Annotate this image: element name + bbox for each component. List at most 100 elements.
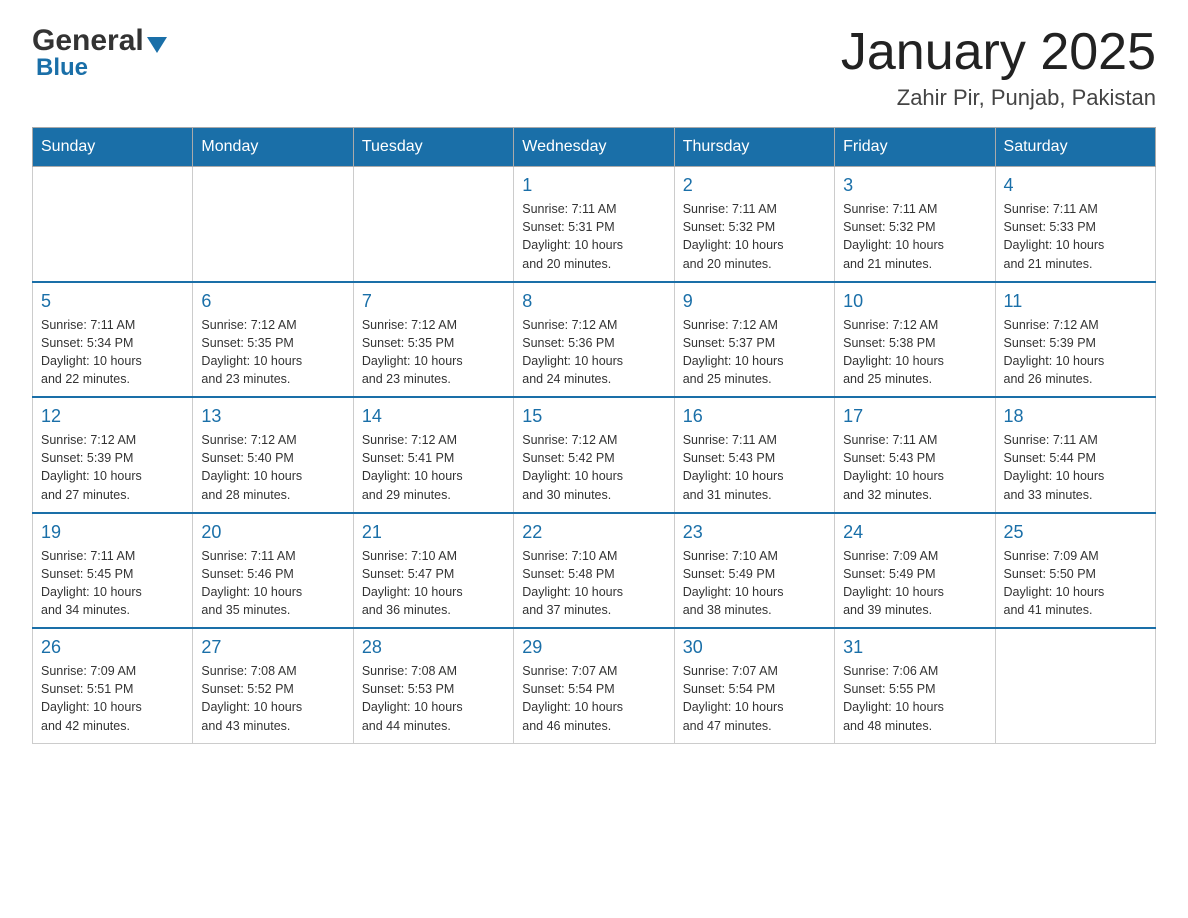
day-info: Sunrise: 7:12 AM Sunset: 5:41 PM Dayligh… [362,431,505,504]
calendar-cell: 13Sunrise: 7:12 AM Sunset: 5:40 PM Dayli… [193,397,353,513]
calendar-cell [193,167,353,282]
day-info: Sunrise: 7:11 AM Sunset: 5:44 PM Dayligh… [1004,431,1147,504]
calendar-cell [995,628,1155,743]
day-info: Sunrise: 7:11 AM Sunset: 5:32 PM Dayligh… [683,200,826,273]
calendar-cell: 26 Sunrise: 7:09 AM Sunset: 5:51 PM Dayli… [33,628,193,743]
calendar-week-row: 1 Sunrise: 7:11 AM Sunset: 5:31 PM Daylig… [33,167,1156,282]
day-info: Sunrise: 7:10 AM Sunset: 5:48 PM Dayligh… [522,547,665,620]
day-number: 31 [843,637,986,658]
calendar-cell: 8 Sunrise: 7:12 AM Sunset: 5:36 PM Daylig… [514,282,674,398]
day-info: Sunrise: 7:09 AM Sunset: 5:49 PM Dayligh… [843,547,986,620]
logo-blue-text: Blue [36,54,88,82]
calendar-cell: 24 Sunrise: 7:09 AM Sunset: 5:49 PM Dayli… [835,513,995,629]
calendar-cell: 19 Sunrise: 7:11 AM Sunset: 5:45 PM Dayli… [33,513,193,629]
day-info: Sunrise: 7:09 AM Sunset: 5:50 PM Dayligh… [1004,547,1147,620]
calendar-cell: 5 Sunrise: 7:11 AM Sunset: 5:34 PM Daylig… [33,282,193,398]
calendar-cell [353,167,513,282]
day-info: Sunrise: 7:06 AM Sunset: 5:55 PM Dayligh… [843,662,986,735]
day-info: Sunrise: 7:12 AM Sunset: 5:39 PM Dayligh… [1004,316,1147,389]
day-header-wednesday: Wednesday [514,128,674,167]
calendar-week-row: 12 Sunrise: 7:12 AM Sunset: 5:39 PM Dayli… [33,397,1156,513]
calendar-cell: 28 Sunrise: 7:08 AM Sunset: 5:53 PM Dayli… [353,628,513,743]
day-number: 9 [683,291,826,312]
day-number: 19 [41,522,184,543]
day-info: Sunrise: 7:11 AM Sunset: 5:45 PM Dayligh… [41,547,184,620]
day-number: 6 [201,291,344,312]
day-header-sunday: Sunday [33,128,193,167]
calendar-cell: 21Sunrise: 7:10 AM Sunset: 5:47 PM Dayli… [353,513,513,629]
calendar-cell: 16 Sunrise: 7:11 AM Sunset: 5:43 PM Dayli… [674,397,834,513]
day-info: Sunrise: 7:11 AM Sunset: 5:31 PM Dayligh… [522,200,665,273]
day-info: Sunrise: 7:11 AM Sunset: 5:43 PM Dayligh… [683,431,826,504]
day-header-monday: Monday [193,128,353,167]
logo-triangle-icon [147,37,167,53]
day-number: 25 [1004,522,1147,543]
calendar-cell: 25 Sunrise: 7:09 AM Sunset: 5:50 PM Dayli… [995,513,1155,629]
day-number: 5 [41,291,184,312]
day-number: 1 [522,175,665,196]
day-info: Sunrise: 7:12 AM Sunset: 5:35 PM Dayligh… [201,316,344,389]
day-number: 23 [683,522,826,543]
calendar-cell: 12 Sunrise: 7:12 AM Sunset: 5:39 PM Dayli… [33,397,193,513]
calendar-cell: 23 Sunrise: 7:10 AM Sunset: 5:49 PM Dayli… [674,513,834,629]
day-number: 30 [683,637,826,658]
logo: General Blue [32,24,167,82]
calendar-cell: 27 Sunrise: 7:08 AM Sunset: 5:52 PM Dayli… [193,628,353,743]
calendar-table: SundayMondayTuesdayWednesdayThursdayFrid… [32,127,1156,744]
calendar-cell: 2 Sunrise: 7:11 AM Sunset: 5:32 PM Daylig… [674,167,834,282]
day-info: Sunrise: 7:12 AM Sunset: 5:35 PM Dayligh… [362,316,505,389]
day-header-tuesday: Tuesday [353,128,513,167]
calendar-cell: 9 Sunrise: 7:12 AM Sunset: 5:37 PM Daylig… [674,282,834,398]
month-title: January 2025 [841,24,1156,81]
calendar-cell: 3Sunrise: 7:11 AM Sunset: 5:32 PM Daylig… [835,167,995,282]
calendar-cell: 4Sunrise: 7:11 AM Sunset: 5:33 PM Daylig… [995,167,1155,282]
calendar-cell: 7 Sunrise: 7:12 AM Sunset: 5:35 PM Daylig… [353,282,513,398]
calendar-cell: 31 Sunrise: 7:06 AM Sunset: 5:55 PM Dayli… [835,628,995,743]
day-info: Sunrise: 7:10 AM Sunset: 5:49 PM Dayligh… [683,547,826,620]
day-info: Sunrise: 7:12 AM Sunset: 5:36 PM Dayligh… [522,316,665,389]
day-number: 18 [1004,406,1147,427]
day-number: 29 [522,637,665,658]
title-area: January 2025 Zahir Pir, Punjab, Pakistan [841,24,1156,111]
day-number: 20 [201,522,344,543]
day-info: Sunrise: 7:12 AM Sunset: 5:42 PM Dayligh… [522,431,665,504]
day-info: Sunrise: 7:09 AM Sunset: 5:51 PM Dayligh… [41,662,184,735]
calendar-cell: 30Sunrise: 7:07 AM Sunset: 5:54 PM Dayli… [674,628,834,743]
day-number: 14 [362,406,505,427]
day-number: 26 [41,637,184,658]
day-number: 12 [41,406,184,427]
day-number: 24 [843,522,986,543]
day-header-friday: Friday [835,128,995,167]
calendar-week-row: 26 Sunrise: 7:09 AM Sunset: 5:51 PM Dayli… [33,628,1156,743]
day-number: 4 [1004,175,1147,196]
day-number: 2 [683,175,826,196]
day-number: 16 [683,406,826,427]
logo-general-text: General [32,24,144,58]
location-subtitle: Zahir Pir, Punjab, Pakistan [841,85,1156,111]
day-header-saturday: Saturday [995,128,1155,167]
day-number: 8 [522,291,665,312]
calendar-header-row: SundayMondayTuesdayWednesdayThursdayFrid… [33,128,1156,167]
calendar-cell: 15Sunrise: 7:12 AM Sunset: 5:42 PM Dayli… [514,397,674,513]
day-info: Sunrise: 7:08 AM Sunset: 5:52 PM Dayligh… [201,662,344,735]
day-info: Sunrise: 7:08 AM Sunset: 5:53 PM Dayligh… [362,662,505,735]
page-header: General Blue January 2025 Zahir Pir, Pun… [32,24,1156,111]
day-info: Sunrise: 7:12 AM Sunset: 5:38 PM Dayligh… [843,316,986,389]
calendar-cell: 18 Sunrise: 7:11 AM Sunset: 5:44 PM Dayli… [995,397,1155,513]
day-info: Sunrise: 7:07 AM Sunset: 5:54 PM Dayligh… [522,662,665,735]
calendar-cell: 22 Sunrise: 7:10 AM Sunset: 5:48 PM Dayli… [514,513,674,629]
calendar-week-row: 5 Sunrise: 7:11 AM Sunset: 5:34 PM Daylig… [33,282,1156,398]
day-number: 27 [201,637,344,658]
day-number: 13 [201,406,344,427]
day-number: 22 [522,522,665,543]
day-number: 21 [362,522,505,543]
calendar-cell: 20Sunrise: 7:11 AM Sunset: 5:46 PM Dayli… [193,513,353,629]
calendar-cell [33,167,193,282]
calendar-week-row: 19 Sunrise: 7:11 AM Sunset: 5:45 PM Dayli… [33,513,1156,629]
day-number: 7 [362,291,505,312]
day-info: Sunrise: 7:12 AM Sunset: 5:37 PM Dayligh… [683,316,826,389]
day-info: Sunrise: 7:11 AM Sunset: 5:34 PM Dayligh… [41,316,184,389]
day-number: 11 [1004,291,1147,312]
day-number: 28 [362,637,505,658]
day-info: Sunrise: 7:12 AM Sunset: 5:39 PM Dayligh… [41,431,184,504]
